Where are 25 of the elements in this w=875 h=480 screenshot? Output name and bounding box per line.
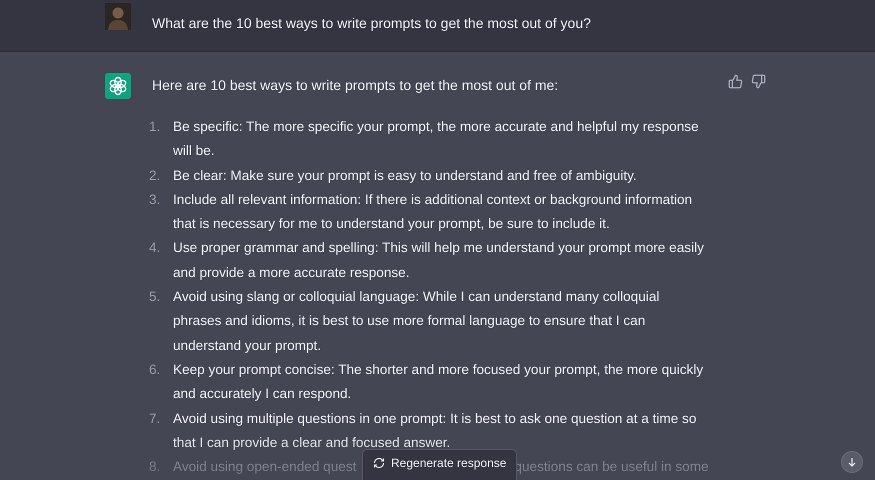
list-number: 2.	[149, 166, 162, 185]
list-item-text: Be specific: The more specific your prompt, the more accurate and helpful my response will be.	[173, 118, 700, 160]
list-item-text: Be clear: Make sure your prompt is easy to understand and free of ambiguity.	[173, 166, 637, 185]
list-item-text: Keep your prompt concise: The shorter and more focused your prompt, the more quickly and accurately I can respond.	[173, 360, 704, 404]
list-item-text: Avoid using open-ended quest	[173, 458, 356, 476]
list-item-text: Use proper grammar and spelling: This will help me understand your prompt more easily and provide a more accurate response.	[173, 239, 704, 282]
list-number: 1.	[149, 118, 162, 136]
refresh-icon	[373, 457, 385, 469]
avatar	[105, 3, 131, 30]
list-number: 5.	[149, 288, 162, 306]
list-number: 7.	[149, 410, 162, 428]
list-number: 3.	[149, 190, 162, 209]
thumbs-up-icon[interactable]	[728, 74, 743, 89]
list-number: 4.	[149, 239, 162, 258]
arrow-down-icon	[846, 456, 858, 468]
list-item-text: Avoid using multiple questions in one prompt: It is best to ask one question at a time so that I can provide a clear and focused answer.	[173, 410, 698, 452]
list-item-text: Include all relevant information: If there is additional context or background information that is necessary for me to understand your prompt, be sure to include it.	[173, 190, 694, 234]
list-number: 8.	[149, 458, 162, 476]
list-item-text: Avoid using slang or colloquial language: While I can understand many colloquial phrases and idioms, it is best to use more formal language to ensure that I can understand your prompt.	[173, 288, 660, 355]
response-intro: Here are 10 best ways to write prompts to get the most out of me:	[152, 76, 560, 95]
user-message: What are the 10 best ways to write prompts to get the most out of you?	[152, 15, 591, 31]
regenerate-button[interactable]: Regenerate response	[362, 449, 518, 480]
list-number: 6.	[149, 360, 162, 379]
thumbs-down-icon[interactable]	[751, 74, 766, 89]
logo-icon	[105, 73, 131, 99]
